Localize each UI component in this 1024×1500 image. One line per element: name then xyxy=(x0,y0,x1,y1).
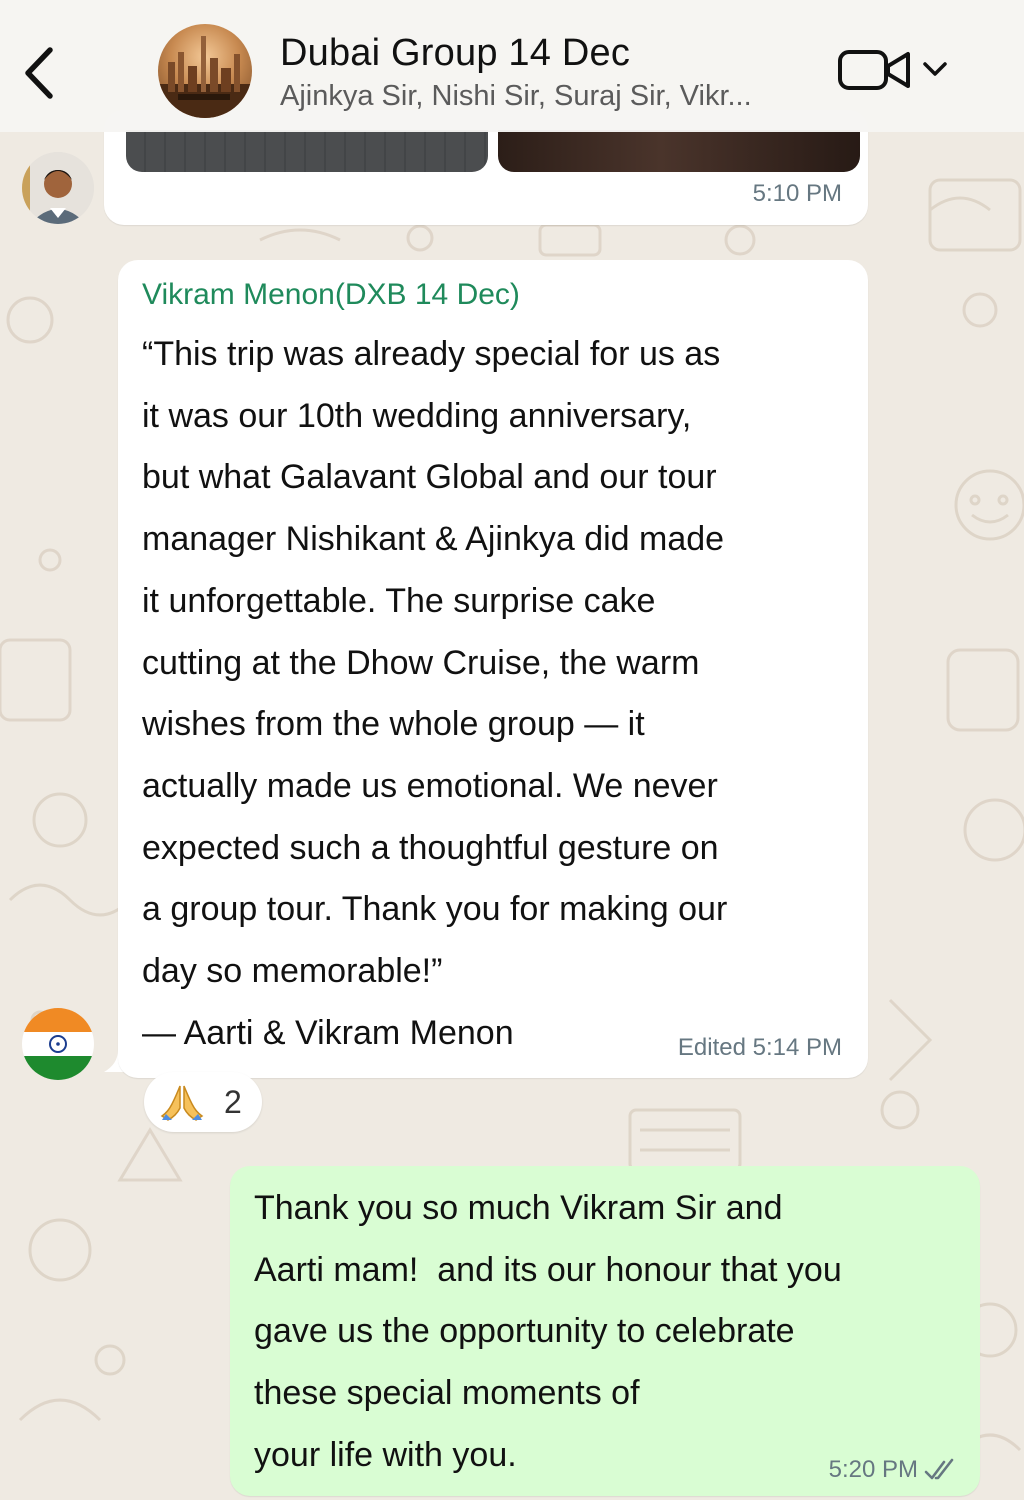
video-camera-icon xyxy=(838,50,910,90)
outgoing-message[interactable]: Thank you so much Vikram Sir and Aarti m… xyxy=(230,1166,980,1496)
message-line: gave us the opportunity to celebrate xyxy=(254,1312,795,1351)
message-line: day so memorable!” xyxy=(142,952,443,991)
group-avatar[interactable] xyxy=(158,24,252,118)
message-line: wishes from the whole group — it xyxy=(142,705,645,744)
city-skyline-image xyxy=(158,36,252,118)
folded-hands-icon xyxy=(160,1085,204,1121)
message-text: Thank you so much Vikram Sir and Aarti m… xyxy=(254,1178,974,1487)
incoming-message[interactable]: Vikram Menon(DXB 14 Dec) “This trip was … xyxy=(118,260,868,1078)
message-meta: 5:20 PM xyxy=(829,1456,958,1484)
message-time: 5:10 PM xyxy=(752,180,842,207)
chat-title[interactable]: Dubai Group 14 Dec xyxy=(280,32,630,75)
message-line: actually made us emotional. We never xyxy=(142,766,718,805)
message-line: cutting at the Dhow Cruise, the warm xyxy=(142,643,700,682)
message-line: a group tour. Thank you for making our xyxy=(142,890,728,929)
sender-name[interactable]: Vikram Menon(DXB 14 Dec) xyxy=(142,278,520,312)
message-edited-time: Edited 5:14 PM xyxy=(677,1034,842,1061)
media-thumbnail[interactable] xyxy=(498,130,860,172)
message-line: it unforgettable. The surprise cake xyxy=(142,581,656,620)
message-line: “This trip was already special for us as xyxy=(142,335,721,373)
video-call-button[interactable] xyxy=(836,44,916,94)
chat-header: Dubai Group 14 Dec Ajinkya Sir, Nishi Si… xyxy=(0,0,1024,132)
reaction-count: 2 xyxy=(224,1084,242,1120)
media-thumbnail[interactable] xyxy=(126,130,488,172)
message-line: it was our 10th wedding anniversary, xyxy=(142,396,692,435)
message-line: but what Galavant Global and our tour xyxy=(142,458,717,497)
back-button[interactable] xyxy=(16,38,64,108)
chat-participants[interactable]: Ajinkya Sir, Nishi Sir, Suraj Sir, Vikr.… xyxy=(280,80,752,113)
message-reaction[interactable]: 2 xyxy=(144,1072,262,1132)
message-line: Aarti mam! and its our honour that you xyxy=(254,1250,842,1289)
message-line: expected such a thoughtful gesture on xyxy=(142,828,719,867)
message-line: manager Nishikant & Ajinkya did made xyxy=(142,520,725,559)
chevron-down-icon xyxy=(923,62,947,76)
india-flag-icon xyxy=(22,1008,94,1080)
message-time: 5:20 PM xyxy=(828,1456,918,1483)
sender-avatar[interactable] xyxy=(22,152,94,224)
chevron-left-icon xyxy=(25,47,53,99)
person-avatar-image xyxy=(22,152,94,224)
call-options-dropdown[interactable] xyxy=(918,54,952,84)
sender-avatar[interactable] xyxy=(22,1008,94,1080)
message-text: “This trip was already special for us as… xyxy=(142,324,852,1064)
message-line: these special moments of xyxy=(254,1374,640,1413)
message-line: Thank you so much Vikram Sir and xyxy=(254,1189,783,1227)
double-check-icon xyxy=(924,1458,954,1480)
